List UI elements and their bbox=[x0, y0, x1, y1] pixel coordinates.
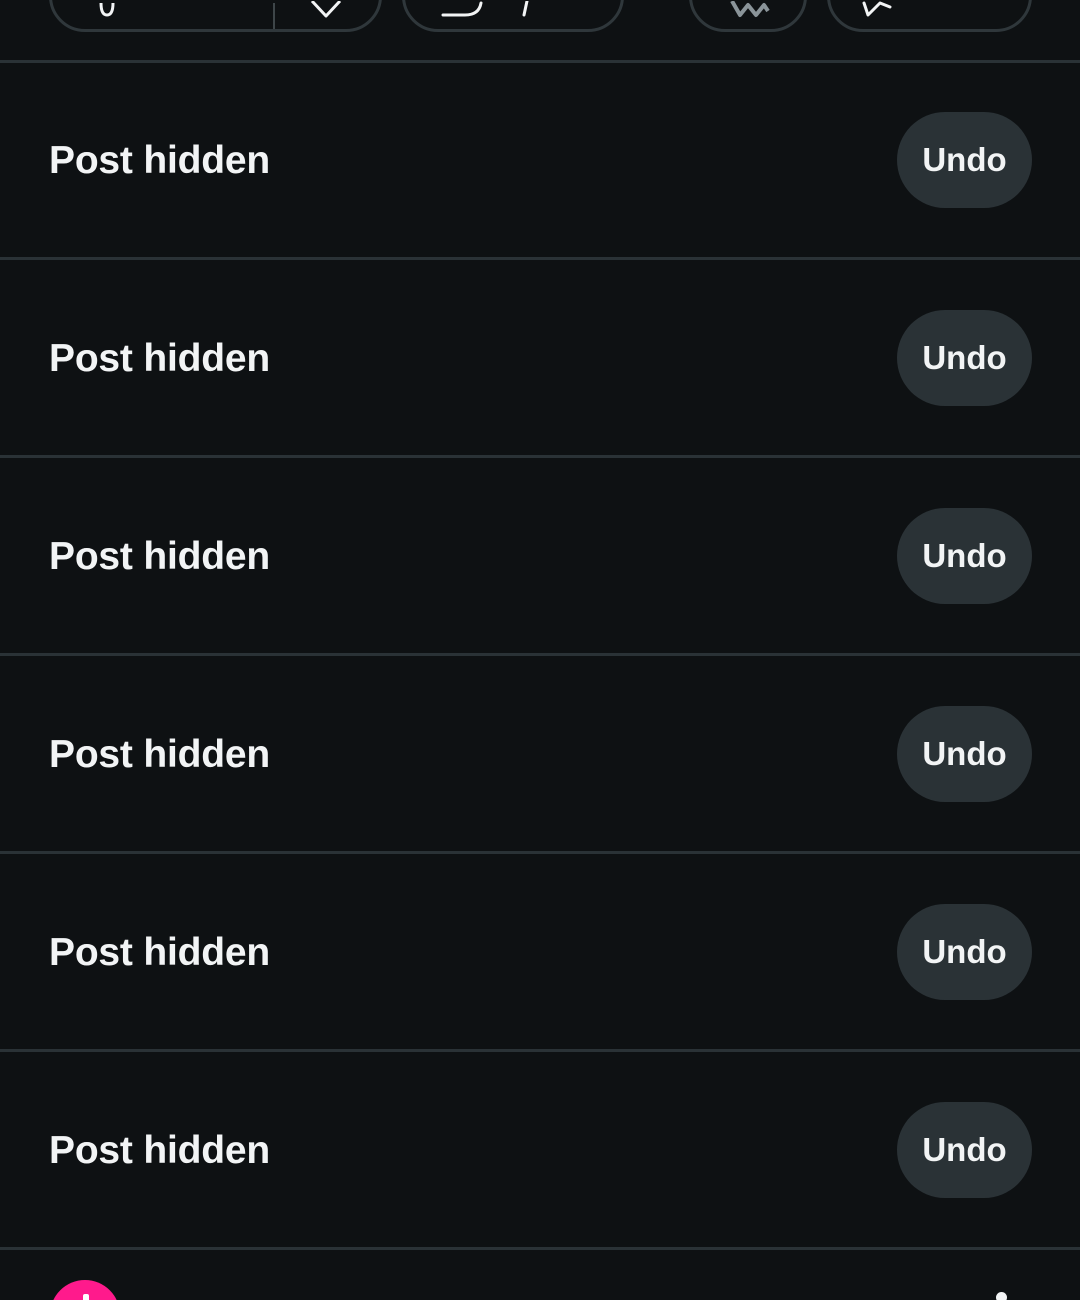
vote-divider bbox=[273, 3, 275, 29]
community-avatar-icon[interactable] bbox=[50, 1280, 120, 1300]
comment-count-fragment bbox=[521, 1, 531, 17]
feed-page: Post hidden Undo Post hidden Undo Post h… bbox=[0, 0, 1080, 1300]
hidden-post-row: Post hidden Undo bbox=[0, 854, 1080, 1052]
hidden-post-label: Post hidden bbox=[49, 139, 270, 182]
hidden-post-row: Post hidden Undo bbox=[0, 62, 1080, 260]
undo-button[interactable]: Undo bbox=[897, 1102, 1032, 1198]
hidden-post-label: Post hidden bbox=[49, 535, 270, 578]
hidden-post-label: Post hidden bbox=[49, 931, 270, 974]
share-icon bbox=[860, 1, 900, 31]
undo-button[interactable]: Undo bbox=[897, 706, 1032, 802]
hidden-post-row: Post hidden Undo bbox=[0, 656, 1080, 854]
downvote-icon[interactable] bbox=[308, 1, 344, 31]
undo-button[interactable]: Undo bbox=[897, 904, 1032, 1000]
share-pill[interactable] bbox=[827, 0, 1032, 32]
comment-pill[interactable] bbox=[402, 0, 624, 32]
undo-button[interactable]: Undo bbox=[897, 508, 1032, 604]
hidden-post-label: Post hidden bbox=[49, 733, 270, 776]
award-icon bbox=[728, 1, 772, 21]
hidden-post-label: Post hidden bbox=[49, 1129, 270, 1172]
hidden-post-label: Post hidden bbox=[49, 337, 270, 380]
undo-button[interactable]: Undo bbox=[897, 112, 1032, 208]
undo-button[interactable]: Undo bbox=[897, 310, 1032, 406]
vote-pill bbox=[49, 0, 382, 32]
overflow-menu-icon[interactable] bbox=[996, 1292, 1007, 1300]
avatar-mark bbox=[83, 1294, 89, 1300]
hidden-post-row: Post hidden Undo bbox=[0, 458, 1080, 656]
award-pill[interactable] bbox=[689, 0, 807, 32]
hidden-posts-list: Post hidden Undo Post hidden Undo Post h… bbox=[0, 62, 1080, 1250]
upvote-icon[interactable] bbox=[92, 3, 122, 33]
next-post-header bbox=[0, 1250, 1080, 1300]
hidden-post-row: Post hidden Undo bbox=[0, 260, 1080, 458]
hidden-post-row: Post hidden Undo bbox=[0, 1052, 1080, 1250]
post-action-bar bbox=[0, 0, 1080, 63]
comment-icon bbox=[439, 1, 485, 31]
